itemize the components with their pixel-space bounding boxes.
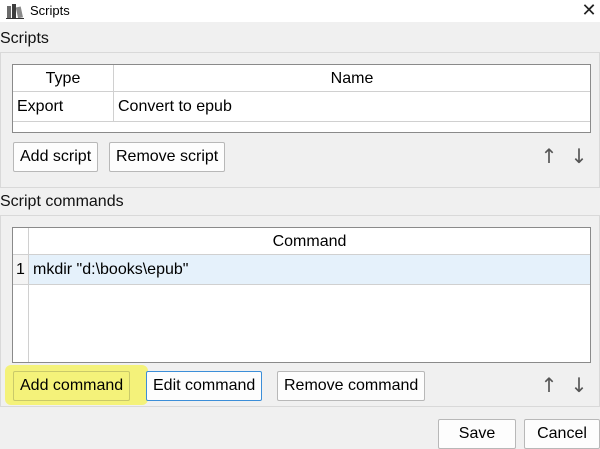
remove-command-button[interactable]: Remove command (277, 371, 426, 401)
cell-name: Convert to epub (118, 98, 232, 115)
scripts-section-title: Scripts (0, 30, 49, 47)
commands-table[interactable]: Command 1 mkdir "d:\books\epub" (12, 227, 591, 363)
window-title: Scripts (30, 3, 70, 18)
column-header-type[interactable]: Type (13, 65, 114, 92)
move-down-icon[interactable]: ↓ (568, 374, 590, 396)
column-header-name[interactable]: Name (114, 65, 590, 92)
commands-section-title: Script commands (0, 193, 124, 210)
row-number-gutter (13, 285, 29, 362)
cancel-button[interactable]: Cancel (524, 419, 600, 449)
row-number: 1 (13, 255, 29, 284)
add-command-button[interactable]: Add command (13, 371, 131, 401)
scripts-table[interactable]: Type Name Export Convert to epub (12, 64, 591, 133)
cell-command: mkdir "d:\books\epub" (33, 261, 189, 278)
move-up-icon[interactable]: ↑ (538, 145, 560, 167)
books-icon (6, 4, 24, 19)
move-up-icon[interactable]: ↑ (538, 374, 560, 396)
add-script-button[interactable]: Add script (13, 142, 99, 172)
column-header-command[interactable]: Command (29, 228, 590, 255)
close-icon[interactable]: ✕ (578, 0, 600, 22)
table-row[interactable]: 1 mkdir "d:\books\epub" (13, 255, 590, 285)
title-bar: Scripts ✕ (0, 0, 600, 22)
row-number-header (13, 228, 29, 255)
table-row[interactable]: Export Convert to epub (13, 92, 590, 122)
remove-script-button[interactable]: Remove script (109, 142, 226, 172)
cell-type: Export (13, 92, 114, 121)
edit-command-button[interactable]: Edit command (146, 371, 263, 401)
move-down-icon[interactable]: ↓ (568, 145, 590, 167)
save-button[interactable]: Save (438, 419, 516, 449)
